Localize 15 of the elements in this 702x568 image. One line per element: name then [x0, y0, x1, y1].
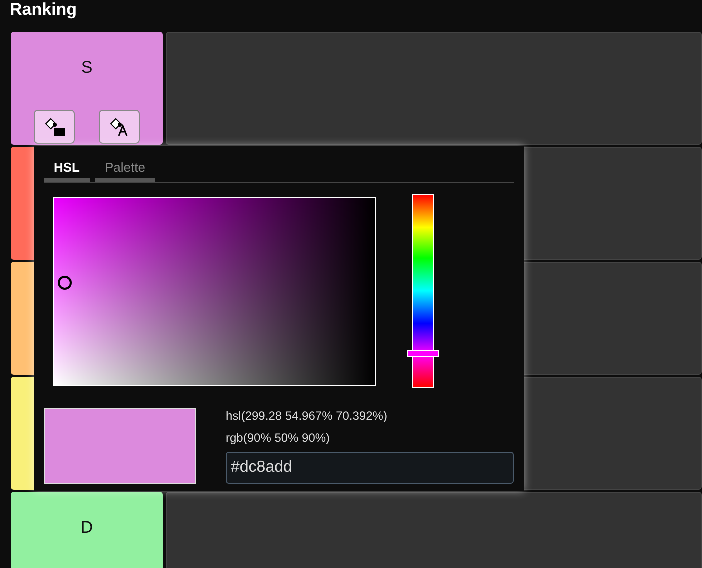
fill-color-button[interactable] [34, 110, 75, 144]
text-color-button[interactable] [99, 110, 140, 144]
tier-name: D [80, 518, 94, 538]
tier-name: S [81, 58, 93, 78]
hex-input-field[interactable]: #dc8add [226, 452, 514, 484]
saturation-lightness-area[interactable] [53, 197, 376, 386]
picker-tab[interactable]: Palette [95, 156, 156, 182]
hue-slider-thumb[interactable] [407, 350, 439, 358]
picker-handle[interactable] [58, 276, 72, 290]
page-title: Ranking [10, 0, 78, 20]
paint-bucket-text-icon [108, 117, 130, 137]
rgb-value: rgb(90% 50% 90%) [226, 430, 332, 447]
hsl-value: hsl(299.28 54.967% 70.392%) [226, 408, 388, 425]
paint-bucket-icon [44, 117, 66, 137]
picker-tab[interactable]: HSL [44, 156, 90, 182]
